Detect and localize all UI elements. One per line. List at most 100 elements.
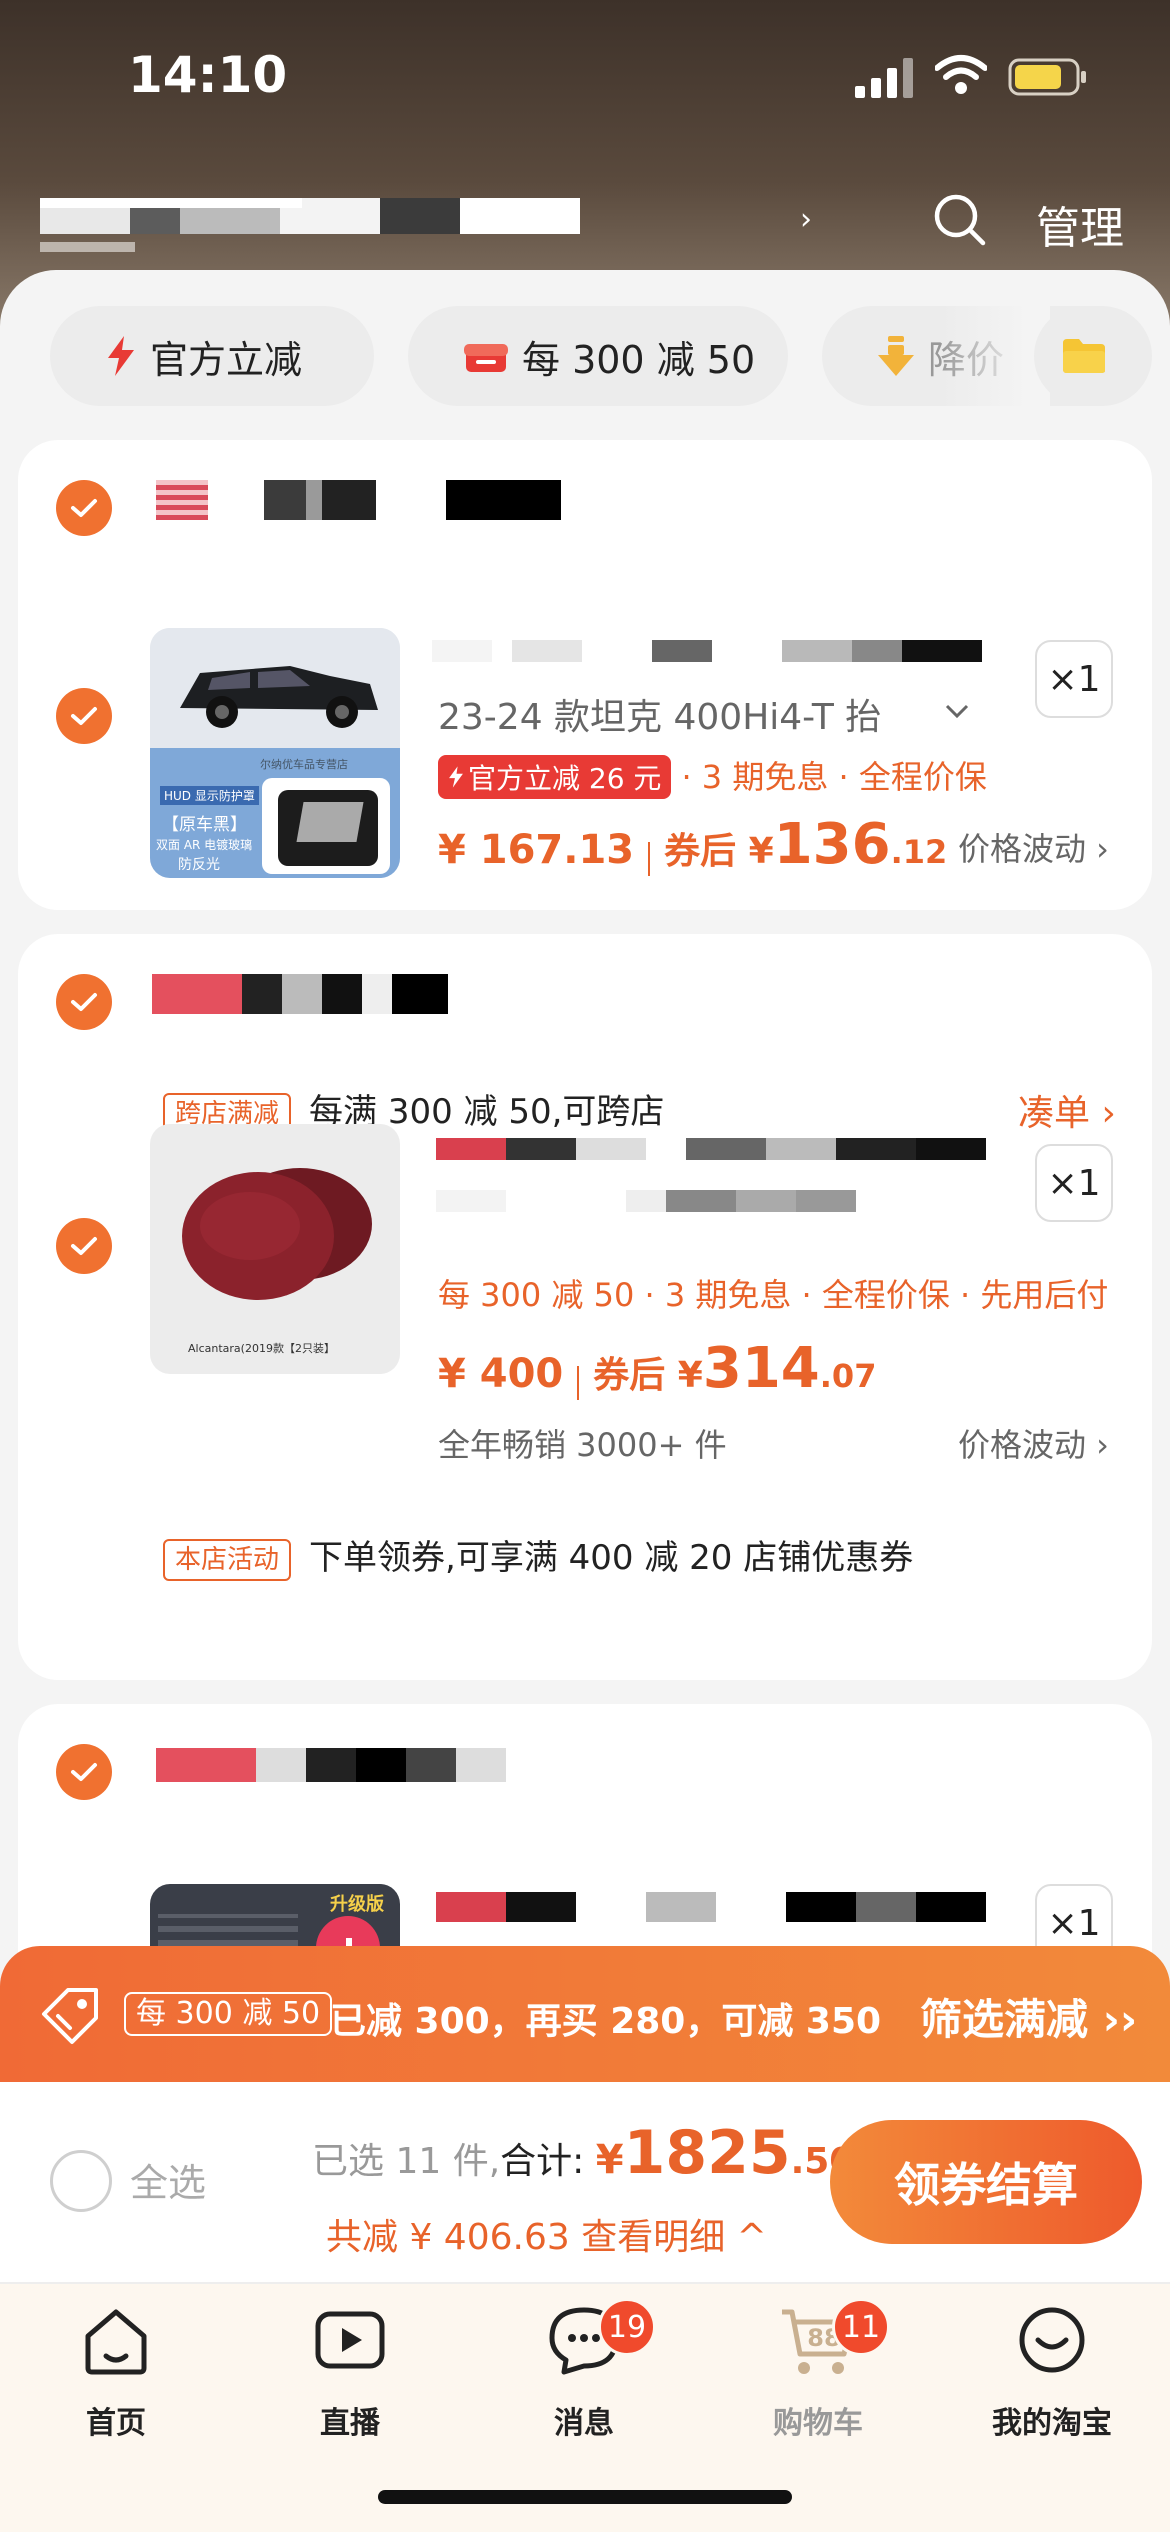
badge-text: 官方立减 26 元 bbox=[468, 762, 662, 795]
tab-my-taobao[interactable]: 我的淘宝 bbox=[962, 2300, 1142, 2442]
price-fluctuation-link[interactable]: 价格波动 › bbox=[958, 1420, 1109, 1466]
product-thumbnail-pillow[interactable]: Alcantara(2019款【2只装】 bbox=[150, 1124, 400, 1374]
add-on-link[interactable]: 凑单 › bbox=[1018, 1084, 1116, 1136]
tab-label: 直播 bbox=[320, 2406, 380, 2441]
thumb-tag: 双面 AR 电镀玻璃 bbox=[156, 838, 253, 852]
banner-tag: 每 300 减 50 bbox=[124, 1992, 333, 2036]
filter-chip-official-discount[interactable]: 官方立减 bbox=[50, 306, 374, 406]
quantity-button[interactable]: ×1 bbox=[1035, 640, 1113, 718]
redacted-product-title[interactable] bbox=[432, 640, 982, 662]
hud-promo-panel: HUD 显示防护罩 尔纳优车品专营店 【原车黑】 双面 AR 电镀玻璃 防反光 bbox=[150, 748, 400, 878]
cart-badge: 11 bbox=[832, 2298, 890, 2356]
tab-messages[interactable]: 消息 19 bbox=[494, 2298, 674, 2442]
filter-chip-threshold-discount[interactable]: 每 300 减 50 bbox=[408, 306, 788, 406]
home-indicator[interactable] bbox=[378, 2490, 792, 2504]
thumb-tag: 【原车黑】 bbox=[162, 815, 247, 835]
filter-chip-label: 每 300 减 50 bbox=[522, 337, 756, 382]
quantity-button[interactable]: ×1 bbox=[1035, 1144, 1113, 1222]
check-icon bbox=[71, 1237, 97, 1255]
checkout-button[interactable]: 领券结算 bbox=[830, 2120, 1142, 2244]
shop-checkbox[interactable] bbox=[56, 480, 112, 536]
filter-chip-label: 官方立减 bbox=[150, 337, 303, 382]
redacted-shop-name[interactable] bbox=[156, 1748, 506, 1782]
product-spec[interactable]: 23-24 款坦克 400Hi4-T 抬 bbox=[438, 688, 881, 740]
folder-icon bbox=[1063, 339, 1105, 373]
tab-label: 我的淘宝 bbox=[992, 2406, 1112, 2441]
thumb-tag: 防反光 bbox=[178, 857, 220, 873]
folder-button[interactable] bbox=[1034, 306, 1134, 406]
check-icon bbox=[71, 993, 97, 1011]
message-badge: 19 bbox=[598, 2298, 656, 2356]
live-play-icon bbox=[315, 2311, 385, 2369]
bolt-icon bbox=[108, 336, 134, 376]
upgrade-badge: 升级版 bbox=[330, 1894, 384, 1915]
arrow-down-icon bbox=[878, 336, 914, 376]
filter-chips: 官方立减 每 300 减 50 降价 bbox=[0, 306, 1170, 406]
official-discount-badge: 官方立减 26 元 bbox=[438, 755, 672, 799]
manage-button[interactable]: 管理 bbox=[1036, 192, 1124, 256]
filter-threshold-link[interactable]: 筛选满减 ›› bbox=[920, 1986, 1137, 2047]
store-activity-tag: 本店活动 bbox=[163, 1538, 292, 1581]
tab-live[interactable]: 直播 bbox=[260, 2300, 440, 2442]
tab-label: 首页 bbox=[86, 2406, 146, 2441]
chevron-down-icon[interactable] bbox=[943, 702, 971, 720]
store-activity: 本店活动 下单领券,可享满 400 减 20 店铺优惠券 bbox=[163, 1530, 913, 1581]
after-coupon-decimal: .07 bbox=[819, 1357, 877, 1395]
item-checkbox[interactable] bbox=[56, 688, 112, 744]
hud-label: HUD 显示防护罩 bbox=[160, 786, 259, 805]
item-checkbox[interactable] bbox=[56, 1218, 112, 1274]
after-coupon-label: 券后 ¥ bbox=[664, 831, 774, 872]
price-fluctuation-link[interactable]: 价格波动 › bbox=[958, 824, 1109, 870]
current-price: ¥ 167.13 bbox=[438, 827, 635, 873]
status-bar: 14:10 bbox=[0, 0, 1170, 150]
shop-checkbox[interactable] bbox=[56, 1744, 112, 1800]
tab-label: 购物车 bbox=[773, 2406, 863, 2441]
gift-box-icon bbox=[464, 344, 508, 372]
redacted-shop-name[interactable] bbox=[156, 480, 561, 520]
banner-text: 已减 300，再买 280，可减 350 bbox=[330, 2001, 882, 2042]
status-time: 14:10 bbox=[128, 46, 288, 104]
check-icon bbox=[71, 707, 97, 725]
suv-car-image bbox=[150, 628, 400, 748]
redacted-product-title[interactable] bbox=[436, 1892, 986, 1922]
store-activity-text: 下单领券,可享满 400 减 20 店铺优惠券 bbox=[309, 1538, 914, 1578]
check-icon bbox=[71, 1763, 97, 1781]
sales-count: 全年畅销 3000+ 件 bbox=[438, 1426, 727, 1464]
threshold-discount-banner[interactable]: 每 300 减 50 已减 300，再买 280，可减 350 筛选满减 ›› bbox=[0, 1946, 1170, 2082]
tab-cart[interactable]: 88 购物车 11 bbox=[728, 2298, 908, 2442]
cellular-signal-icon bbox=[855, 58, 913, 98]
discount-details-link[interactable]: 共减 ¥ 406.63 查看明细 ^ bbox=[326, 2208, 767, 2260]
cart-shop-card: 跨店满减 每满 300 减 50,可跨店 凑单 › Alcantara(2019款… bbox=[18, 934, 1152, 1680]
wifi-icon bbox=[935, 55, 987, 94]
redacted-shop-name[interactable] bbox=[152, 974, 448, 1014]
redacted-product-title-line2[interactable] bbox=[436, 1190, 936, 1212]
promo-line: 每 300 减 50 · 3 期免息 · 全程价保 · 先用后付 bbox=[438, 1276, 1109, 1314]
redacted-address-title[interactable] bbox=[40, 198, 695, 252]
redacted-product-title[interactable] bbox=[436, 1138, 986, 1160]
top-nav: › 管理 bbox=[0, 170, 1170, 270]
current-price: ¥ 400 bbox=[438, 1351, 564, 1397]
chevron-right-icon[interactable]: › bbox=[800, 202, 812, 237]
shop-watermark: 尔纳优车品专营店 bbox=[260, 758, 348, 771]
search-icon[interactable] bbox=[932, 192, 986, 246]
price-row: ¥ 167.13 券后 ¥136.12 bbox=[438, 812, 947, 877]
product-thumbnail-hud[interactable]: HUD 显示防护罩 尔纳优车品专营店 【原车黑】 双面 AR 电镀玻璃 防反光 bbox=[150, 628, 400, 878]
pillow-image bbox=[182, 1168, 372, 1300]
select-all-checkbox[interactable] bbox=[50, 2150, 112, 2212]
home-icon bbox=[85, 2309, 147, 2375]
shop-checkbox[interactable] bbox=[56, 974, 112, 1030]
cart-content: 官方立减 每 300 减 50 降价 bbox=[0, 270, 1170, 2080]
thumb-caption: Alcantara(2019款【2只装】 bbox=[188, 1342, 335, 1355]
total-label: 合计: bbox=[500, 2141, 585, 2182]
after-coupon-label: 券后 ¥ bbox=[593, 1355, 703, 1396]
select-all-label[interactable]: 全选 bbox=[130, 2152, 206, 2207]
currency-symbol: ¥ bbox=[595, 2137, 624, 2183]
after-coupon-price: 136 bbox=[773, 812, 891, 877]
tab-home[interactable]: 首页 bbox=[26, 2300, 206, 2442]
checkout-bar: 全选 已选 11 件,合计: ¥1825.50 共减 ¥ 406.63 查看明细… bbox=[0, 2082, 1170, 2282]
check-icon bbox=[71, 499, 97, 517]
coupon-tag-icon bbox=[42, 1988, 98, 2044]
tab-label: 消息 bbox=[554, 2406, 614, 2441]
total-line: 已选 11 件,合计: ¥1825.50 bbox=[312, 2118, 854, 2188]
smile-icon bbox=[1019, 2307, 1085, 2373]
